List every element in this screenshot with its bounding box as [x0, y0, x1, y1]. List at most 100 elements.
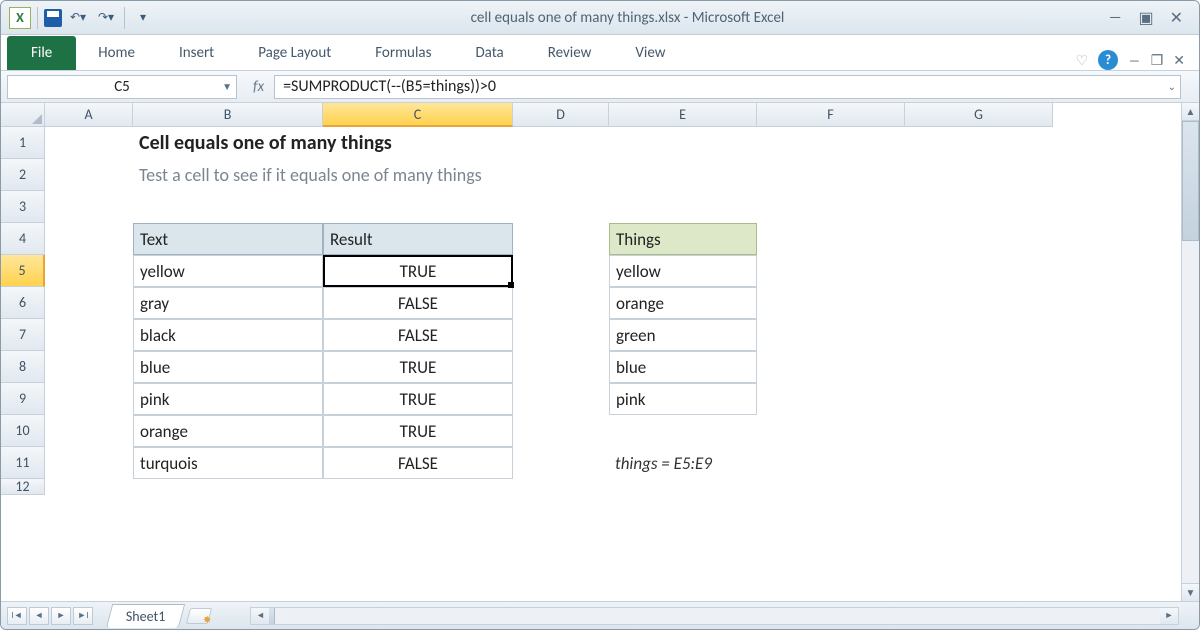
- note[interactable]: things = E5:E9: [609, 447, 757, 479]
- cell[interactable]: [905, 191, 1053, 223]
- cell-things[interactable]: pink: [609, 383, 757, 415]
- table-header-things[interactable]: Things: [609, 223, 757, 255]
- tab-data[interactable]: Data: [453, 36, 525, 70]
- cell-things[interactable]: yellow: [609, 255, 757, 287]
- ribbon-min-icon[interactable]: ♡: [1075, 52, 1088, 69]
- expand-formula-icon[interactable]: ⌄: [1168, 80, 1176, 93]
- cell[interactable]: [905, 287, 1053, 319]
- cell[interactable]: [323, 479, 513, 495]
- col-header-a[interactable]: A: [45, 103, 133, 127]
- cell-result[interactable]: FALSE: [323, 287, 513, 319]
- cell[interactable]: [757, 415, 905, 447]
- cell-text[interactable]: blue: [133, 351, 323, 383]
- col-header-b[interactable]: B: [133, 103, 323, 127]
- cell-result[interactable]: TRUE: [323, 415, 513, 447]
- cell-things[interactable]: orange: [609, 287, 757, 319]
- col-header-g[interactable]: G: [905, 103, 1053, 127]
- cell-text[interactable]: yellow: [133, 255, 323, 287]
- new-sheet-icon[interactable]: [186, 608, 212, 624]
- row-header[interactable]: 2: [1, 159, 45, 191]
- col-header-f[interactable]: F: [757, 103, 905, 127]
- prev-sheet-icon[interactable]: ◄: [29, 607, 49, 625]
- col-header-c[interactable]: C: [323, 103, 513, 127]
- cell-result[interactable]: FALSE: [323, 319, 513, 351]
- cell[interactable]: [513, 191, 609, 223]
- tab-review[interactable]: Review: [526, 36, 614, 70]
- cell[interactable]: [45, 223, 133, 255]
- cell[interactable]: [609, 191, 757, 223]
- cell[interactable]: [905, 255, 1053, 287]
- cell[interactable]: [45, 287, 133, 319]
- row-header[interactable]: 7: [1, 319, 45, 351]
- cell-text[interactable]: black: [133, 319, 323, 351]
- cell-result[interactable]: TRUE: [323, 351, 513, 383]
- help-icon[interactable]: ?: [1098, 50, 1118, 70]
- cell[interactable]: [513, 255, 609, 287]
- cell-selected[interactable]: TRUE: [323, 255, 513, 287]
- cell[interactable]: [45, 415, 133, 447]
- cell-result[interactable]: TRUE: [323, 383, 513, 415]
- workbook-minimize-icon[interactable]: ―: [1128, 52, 1141, 69]
- col-header-e[interactable]: E: [609, 103, 757, 127]
- cell-text[interactable]: pink: [133, 383, 323, 415]
- cell[interactable]: [45, 383, 133, 415]
- cell[interactable]: [513, 447, 609, 479]
- table-header-result[interactable]: Result: [323, 223, 513, 255]
- scroll-right-icon[interactable]: ►: [1160, 608, 1178, 624]
- cell[interactable]: [513, 319, 609, 351]
- cell[interactable]: [513, 351, 609, 383]
- cell[interactable]: [45, 191, 133, 223]
- cell[interactable]: [513, 415, 609, 447]
- row-header[interactable]: 1: [1, 127, 45, 159]
- cell-things[interactable]: blue: [609, 351, 757, 383]
- scroll-down-icon[interactable]: ▼: [1182, 583, 1199, 601]
- cell[interactable]: [513, 287, 609, 319]
- cell[interactable]: [905, 319, 1053, 351]
- cell[interactable]: [45, 127, 133, 159]
- cell[interactable]: [905, 479, 1053, 495]
- tab-view[interactable]: View: [613, 36, 687, 70]
- cell[interactable]: [905, 351, 1053, 383]
- cell[interactable]: [757, 255, 905, 287]
- cell[interactable]: [757, 127, 905, 159]
- tab-page-layout[interactable]: Page Layout: [236, 36, 353, 70]
- first-sheet-icon[interactable]: I◄: [7, 607, 27, 625]
- cell[interactable]: [45, 351, 133, 383]
- maximize-icon[interactable]: ▣: [1138, 8, 1153, 28]
- cell[interactable]: [609, 415, 757, 447]
- cell[interactable]: [757, 287, 905, 319]
- cell[interactable]: [757, 351, 905, 383]
- cell-text[interactable]: gray: [133, 287, 323, 319]
- row-header[interactable]: 6: [1, 287, 45, 319]
- cell-text[interactable]: turquois: [133, 447, 323, 479]
- name-box[interactable]: C5 ▼: [7, 75, 237, 99]
- redo-icon[interactable]: ↷▾: [94, 7, 118, 29]
- horizontal-scrollbar[interactable]: ◄ ►: [250, 607, 1179, 625]
- last-sheet-icon[interactable]: ►I: [73, 607, 93, 625]
- cell[interactable]: [905, 447, 1053, 479]
- scroll-left-icon[interactable]: ◄: [251, 608, 269, 624]
- row-header[interactable]: 10: [1, 415, 45, 447]
- chevron-down-icon[interactable]: ▼: [222, 80, 232, 93]
- select-all-corner[interactable]: [1, 103, 45, 127]
- cell[interactable]: [757, 319, 905, 351]
- cell[interactable]: [45, 159, 133, 191]
- workbook-close-icon[interactable]: ✕: [1173, 52, 1185, 69]
- row-header[interactable]: 3: [1, 191, 45, 223]
- cell[interactable]: [133, 479, 323, 495]
- grid[interactable]: A B C D E F G 1 Cell equals one of many …: [1, 103, 1199, 495]
- file-tab[interactable]: File: [7, 36, 76, 70]
- scroll-up-icon[interactable]: ▲: [1182, 103, 1199, 121]
- cell[interactable]: [323, 191, 513, 223]
- cell[interactable]: [905, 415, 1053, 447]
- cell[interactable]: [905, 383, 1053, 415]
- row-header[interactable]: 11: [1, 447, 45, 479]
- tab-home[interactable]: Home: [76, 36, 157, 70]
- table-header-text[interactable]: Text: [133, 223, 323, 255]
- subheading[interactable]: Test a cell to see if it equals one of m…: [133, 159, 905, 191]
- tab-insert[interactable]: Insert: [157, 36, 236, 70]
- cell[interactable]: [609, 479, 757, 495]
- save-icon[interactable]: [44, 9, 62, 27]
- row-header[interactable]: 5: [1, 255, 45, 287]
- close-icon[interactable]: ✕: [1170, 8, 1183, 28]
